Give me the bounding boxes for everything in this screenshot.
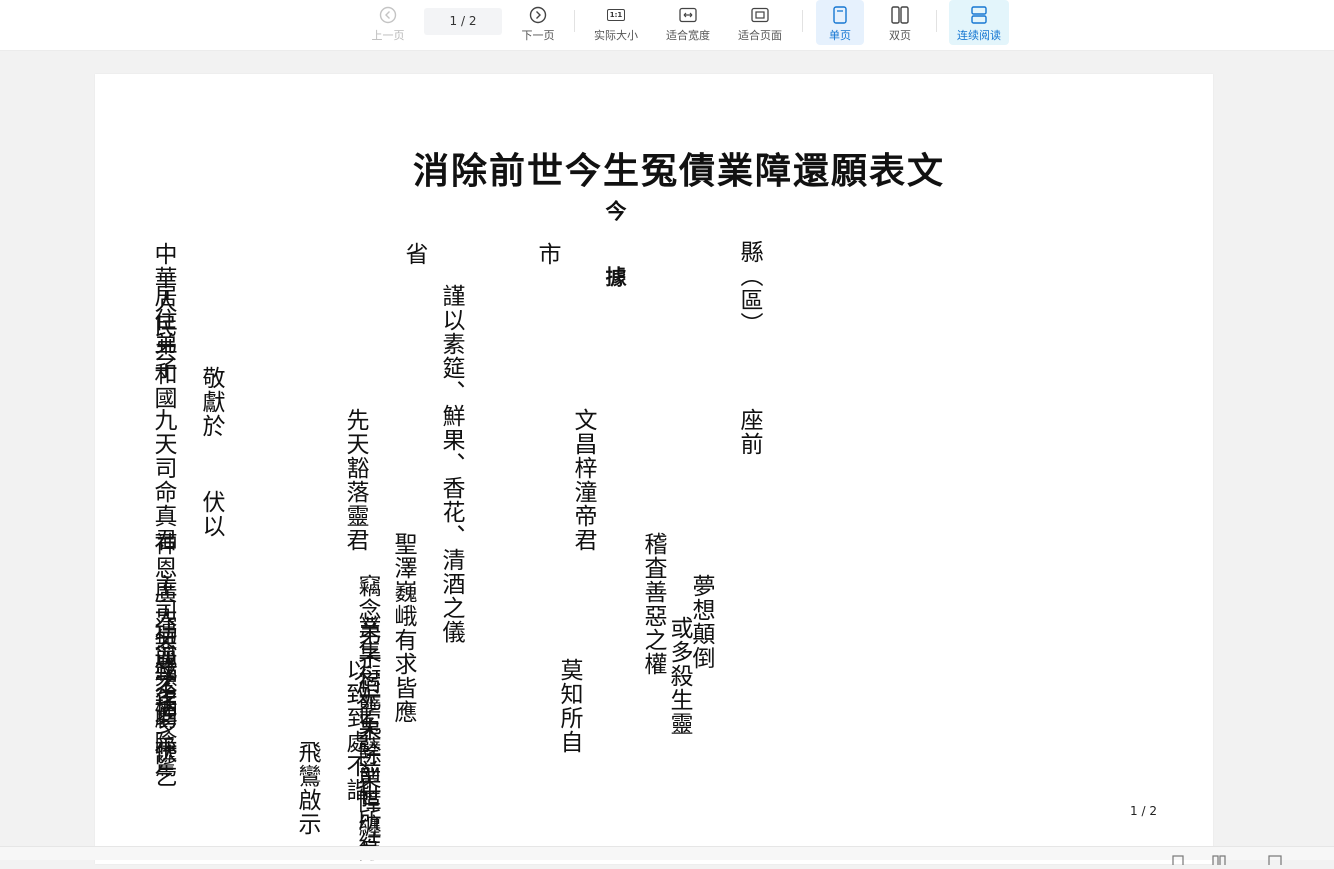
continuous-reading-label: 连续阅读 — [957, 29, 1001, 42]
single-page-button[interactable]: 单页 — [816, 0, 864, 45]
toolbar-divider — [936, 10, 937, 32]
document-page: 消除前世今生冤債業障還願表文 今 據 中華人民共和國 省 市 縣（區） 居住弟子… — [95, 74, 1213, 864]
fit-page-icon — [751, 5, 769, 25]
next-page-label: 下一页 — [521, 29, 555, 42]
actual-size-label: 实际大小 — [594, 29, 638, 42]
text-line: 飛鸞啟示 — [294, 740, 320, 836]
toolbar-divider — [802, 10, 803, 32]
fit-page-label: 适合页面 — [738, 29, 782, 42]
double-page-button[interactable]: 双页 — [878, 0, 922, 45]
fit-view-icon[interactable] — [1268, 850, 1282, 869]
document-subtitle: 今 據 — [603, 200, 628, 288]
text-line: 稽査善惡之權 — [640, 532, 666, 676]
text-line: 九天司命真君 — [150, 408, 176, 552]
prev-page-button[interactable]: 上一页 — [366, 0, 410, 45]
fit-width-button[interactable]: 适合宽度 — [662, 0, 714, 45]
text-line: 居住弟子 — [150, 284, 176, 380]
text-line: 縣（區） — [736, 240, 762, 336]
single-page-label: 单页 — [829, 29, 851, 42]
fit-width-label: 适合宽度 — [666, 29, 710, 42]
next-page-button[interactable]: 下一页 — [516, 0, 560, 45]
single-page-icon — [832, 5, 848, 25]
fit-page-button[interactable]: 适合页面 — [734, 0, 786, 45]
text-line: 敬獻於 — [198, 366, 224, 438]
text-line: 伏以 — [198, 490, 224, 538]
continuous-reading-icon — [970, 5, 988, 25]
text-line: 以致到處不諧 — [342, 658, 368, 802]
text-line: 夢想顛倒 — [688, 574, 714, 670]
viewer-toolbar: 上一页 1 / 2 下一页 1:1 实际大小 适合宽度 适合页面 单页 双页 连… — [0, 0, 1334, 51]
document-title: 消除前世今生冤債業障還願表文 — [413, 150, 946, 192]
text-line: 先天豁落靈君 — [342, 408, 368, 552]
chevron-left-circle-icon — [379, 5, 397, 25]
double-page-icon — [891, 5, 909, 25]
text-line: 座前 — [736, 408, 762, 456]
chevron-right-circle-icon — [529, 5, 547, 25]
actual-size-icon: 1:1 — [606, 5, 626, 25]
text-line: 文昌梓潼帝君 — [570, 408, 596, 552]
prev-page-label: 上一页 — [371, 29, 405, 42]
fit-width-icon — [679, 5, 697, 25]
status-bar — [0, 846, 1334, 869]
text-line: 莫知所自 — [556, 658, 582, 754]
text-line: 聖澤巍峨有求皆應 — [390, 532, 416, 724]
toolbar-divider — [574, 10, 575, 32]
page-number-input[interactable]: 1 / 2 — [424, 8, 502, 35]
text-line: 謹以素筵、鮮果、香花、清酒之儀 — [438, 284, 464, 644]
page-view-icon[interactable] — [1172, 850, 1184, 869]
text-line: 伏乞 — [150, 740, 176, 788]
actual-size-button[interactable]: 1:1 实际大小 — [590, 0, 642, 45]
text-line: 省 — [401, 242, 427, 266]
double-view-icon[interactable] — [1212, 850, 1226, 869]
double-page-label: 双页 — [889, 29, 911, 42]
continuous-reading-button[interactable]: 连续阅读 — [949, 0, 1009, 45]
text-line: 或多殺生靈 — [666, 616, 692, 736]
page-indicator: 1 / 2 — [1130, 804, 1157, 818]
text-line: 市 — [534, 242, 560, 266]
